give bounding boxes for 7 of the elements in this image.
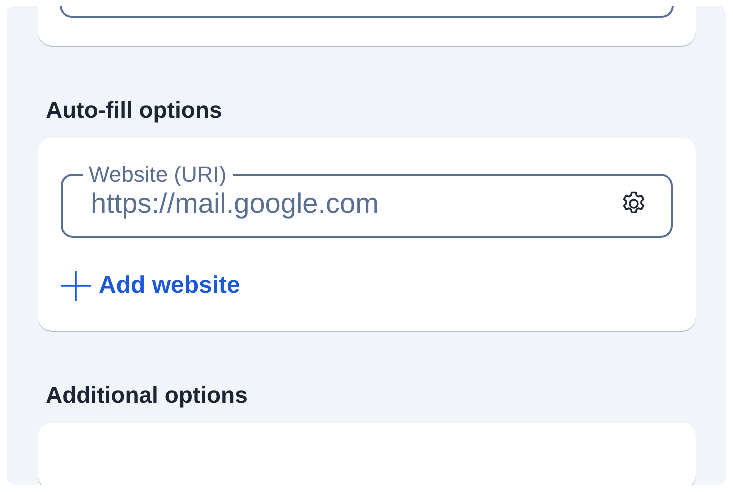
url-field[interactable]: Website (URI) https://mail.google.com: [61, 164, 673, 238]
section-heading: Auto-fill options: [46, 96, 224, 125]
section-heading: Additional options: [46, 381, 249, 410]
plus-icon: [61, 271, 91, 301]
url-value: https://mail.google.com: [90, 188, 380, 220]
add-website-button[interactable]: Add website: [61, 271, 240, 301]
text-field[interactable]: [60, 6, 674, 18]
